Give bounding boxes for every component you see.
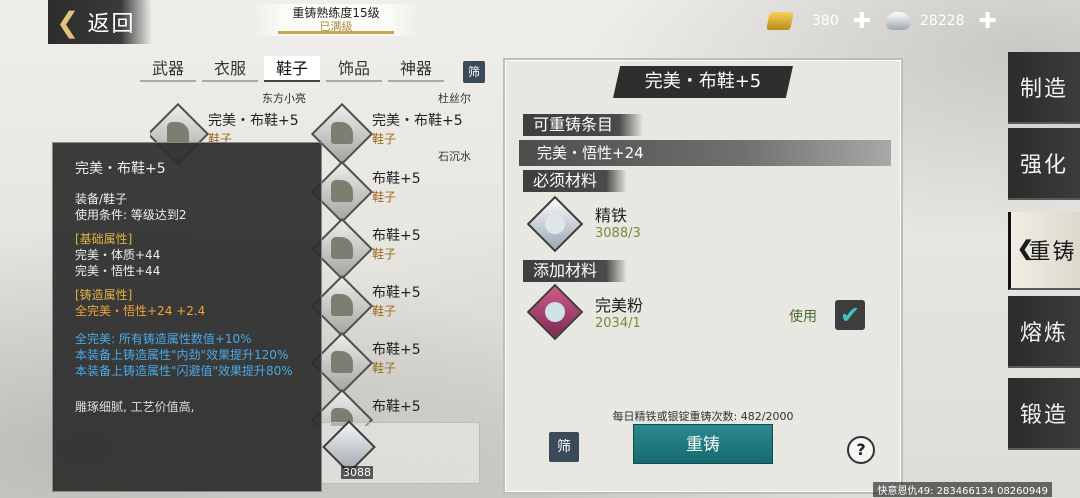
back-label: 返回 <box>87 12 136 37</box>
list-item[interactable]: 布鞋+5 鞋子 <box>310 217 474 281</box>
tooltip-forge-stat: 全完美・悟性+24 +2.4 <box>75 304 206 318</box>
silver-currency: 28228 ✚ <box>886 8 997 34</box>
add-silver-button[interactable]: ✚ <box>979 9 997 34</box>
shoe-icon <box>167 122 189 144</box>
tooltip-base-stat: 完美・体质+44 <box>75 248 161 262</box>
use-label: 使用 <box>789 309 817 325</box>
shoe-icon <box>331 122 353 144</box>
added-materials-header: 添加材料 <box>523 260 628 282</box>
item-type: 鞋子 <box>372 361 397 375</box>
chevron-left-icon: ❮ <box>56 5 82 39</box>
perfect-powder-icon <box>526 283 584 341</box>
side-tab-label: 锻造 <box>1019 403 1068 428</box>
reforge-button[interactable]: 重铸 <box>633 424 773 464</box>
item-name: 布鞋+5 <box>372 285 421 301</box>
back-button[interactable]: ❮ 返回 <box>48 0 152 44</box>
item-tooltip: 完美・布鞋+5 装备/鞋子 使用条件: 等级达到2 [基础属性] 完美・体质+4… <box>52 142 322 492</box>
check-icon: ✔ <box>839 301 861 329</box>
item-name: 布鞋+5 <box>372 342 421 358</box>
item-type: 鞋子 <box>372 304 397 318</box>
help-icon[interactable]: ? <box>847 436 875 464</box>
mastery-progress-bar <box>278 31 394 34</box>
tab-shoes[interactable]: 鞋子 <box>264 56 320 82</box>
mastery-indicator: 重铸熟练度15级 已满级 <box>252 4 420 36</box>
tab-accessory[interactable]: 饰品 <box>326 56 382 82</box>
list-filter-button[interactable]: 筛 <box>463 61 485 83</box>
tooltip-forge-header: [铸造属性] <box>75 288 133 302</box>
silver-ingot-icon <box>886 12 910 30</box>
daily-reforge-count: 每日精铁或银锭重铸次数: 482/2000 <box>612 410 794 423</box>
tooltip-description: 雕琢细腻, 工艺价值高, <box>75 400 195 414</box>
item-name: 布鞋+5 <box>372 399 421 415</box>
side-nav: 制造 强化 ❮ 重铸 熔炼 锻造 <box>1008 42 1080 498</box>
side-tab-forge[interactable]: 锻造 <box>1008 378 1080 450</box>
shoe-icon <box>331 294 353 316</box>
reforgeable-header: 可重铸条目 <box>523 114 644 136</box>
list-item[interactable]: 布鞋+5 鞋子 <box>310 331 474 395</box>
shoe-icon <box>331 237 353 259</box>
panel-title: 完美・布鞋+5 <box>613 66 793 98</box>
shoe-icon <box>331 180 353 202</box>
tooltip-category: 装备/鞋子 <box>75 192 128 206</box>
tab-weapon[interactable]: 武器 <box>140 56 196 82</box>
chevron-left-icon: ❮ <box>1017 236 1036 260</box>
iron-material-icon <box>526 195 584 253</box>
powder-icon <box>545 302 565 322</box>
tooltip-set-bonus: 全完美: 所有铸造属性数值+10% <box>75 332 252 346</box>
category-tabs: 武器 衣服 鞋子 饰品 神器 <box>140 56 444 82</box>
list-item[interactable]: 布鞋+5 鞋子 <box>310 274 474 338</box>
tab-clothes[interactable]: 衣服 <box>202 56 258 82</box>
tooltip-title: 完美・布鞋+5 <box>75 161 166 177</box>
silver-amount: 28228 <box>920 13 965 29</box>
item-type: 鞋子 <box>372 247 397 261</box>
side-tab-craft[interactable]: 制造 <box>1008 52 1080 124</box>
shoe-icon <box>331 351 353 373</box>
side-tab-smelt[interactable]: 熔炼 <box>1008 296 1080 368</box>
material-count: 3088 <box>341 466 373 479</box>
gold-amount: 380 <box>812 13 839 29</box>
side-tab-label: 制造 <box>1019 77 1068 102</box>
use-material-checkbox[interactable]: ✔ <box>835 300 865 330</box>
added-material-name: 完美粉 <box>595 296 644 315</box>
required-materials-header: 必须材料 <box>523 170 628 192</box>
list-item[interactable]: 布鞋+5 鞋子 <box>310 160 474 224</box>
side-tab-label: 强化 <box>1019 153 1068 178</box>
item-type: 鞋子 <box>372 132 397 146</box>
mastery-title: 重铸熟练度15级 <box>292 6 380 20</box>
required-material-count: 3088/3 <box>595 226 641 241</box>
owner-label: 杜丝尔 <box>438 92 471 105</box>
side-tab-reforge[interactable]: ❮ 重铸 <box>1008 212 1080 290</box>
item-name: 完美・布鞋+5 <box>372 113 463 129</box>
tooltip-set-bonus: 本装备上铸造属性"内劲"效果提升120% <box>75 348 289 362</box>
item-name: 完美・布鞋+5 <box>208 113 299 129</box>
filter-button[interactable]: 筛 <box>549 432 579 462</box>
gold-ingot-icon <box>766 12 794 30</box>
side-tab-label: 熔炼 <box>1019 321 1068 346</box>
tooltip-base-stat: 完美・悟性+44 <box>75 264 161 278</box>
side-tab-enhance[interactable]: 强化 <box>1008 128 1080 200</box>
tooltip-requirement: 使用条件: 等级达到2 <box>75 208 187 222</box>
item-type: 鞋子 <box>372 190 397 204</box>
gold-currency: 380 ✚ <box>766 8 871 34</box>
owner-label: 东方小亮 <box>262 92 306 105</box>
player-id-footer: 快意恩仇49: 283466134 08260949 <box>873 482 1052 497</box>
iron-ore-icon <box>545 214 565 234</box>
tooltip-set-bonus: 本装备上铸造属性"闪避值"效果提升80% <box>75 364 293 378</box>
reforge-panel: 完美・布鞋+5 可重铸条目 完美・悟性+24 必须材料 精铁 3088/3 添加… <box>503 58 903 494</box>
item-name: 布鞋+5 <box>372 228 421 244</box>
tooltip-base-header: [基础属性] <box>75 232 133 246</box>
tab-artifact[interactable]: 神器 <box>388 56 444 82</box>
reforge-stat-row[interactable]: 完美・悟性+24 <box>519 140 891 166</box>
add-gold-button[interactable]: ✚ <box>853 9 871 34</box>
item-name: 布鞋+5 <box>372 171 421 187</box>
list-item[interactable]: 完美・布鞋+5 鞋子 <box>310 102 474 166</box>
required-material-name: 精铁 <box>595 206 628 225</box>
added-material-count: 2034/1 <box>595 316 641 331</box>
